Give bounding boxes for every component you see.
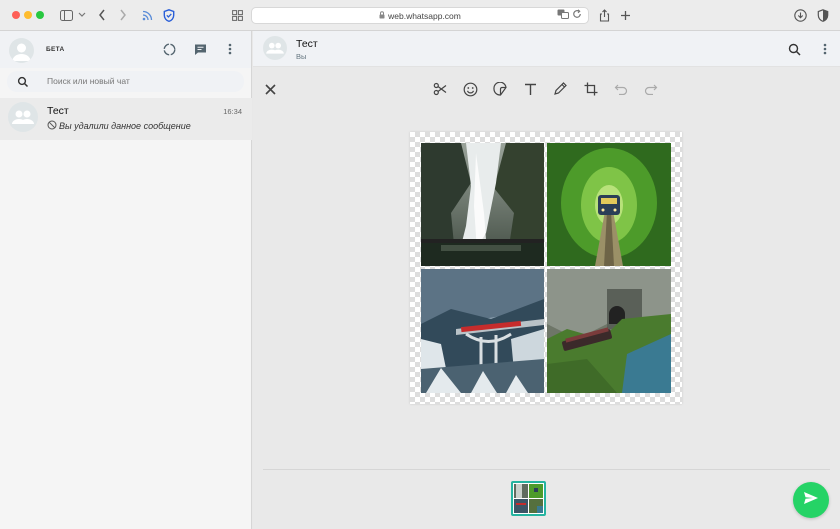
sidebar-header: БЕТА <box>0 31 251 68</box>
conversation-title: Тест <box>296 38 318 50</box>
chat-time: 16:34 <box>223 107 242 116</box>
window-zoom-button[interactable] <box>36 11 44 19</box>
text-icon[interactable] <box>521 80 539 98</box>
chat-sidebar: БЕТА Поиск или новый чат Тест 16:34 Вы у… <box>0 31 252 529</box>
conversation-subtitle: Вы <box>296 52 307 61</box>
new-tab-icon[interactable] <box>617 7 633 23</box>
media-footer <box>253 469 840 529</box>
image-canvas[interactable] <box>410 132 682 404</box>
chat-last-message: Вы удалили данное сообщение <box>47 120 191 132</box>
shield-icon[interactable] <box>161 7 177 23</box>
emoji-icon[interactable] <box>461 80 479 98</box>
send-button[interactable] <box>793 482 829 518</box>
chat-last-message-text: Вы удалили данное сообщение <box>59 121 191 131</box>
media-editor <box>253 67 840 469</box>
sidebar-toggle-icon[interactable] <box>58 7 74 23</box>
tree-tunnel-train-photo <box>547 143 671 266</box>
redo-icon[interactable] <box>642 80 660 98</box>
snow-bridge-train-photo <box>421 269 544 393</box>
avatar[interactable] <box>9 38 34 63</box>
address-bar[interactable]: web.whatsapp.com <box>251 7 589 24</box>
rss-icon[interactable] <box>139 7 155 23</box>
address-url: web.whatsapp.com <box>388 10 461 21</box>
translate-icon[interactable] <box>557 9 569 21</box>
group-avatar <box>8 102 38 132</box>
group-avatar[interactable] <box>263 36 287 60</box>
close-icon[interactable] <box>261 80 279 98</box>
footer-divider <box>263 469 830 470</box>
pencil-icon[interactable] <box>551 80 569 98</box>
status-icon[interactable] <box>161 41 177 57</box>
send-icon <box>803 491 819 510</box>
forward-icon[interactable] <box>115 7 131 23</box>
mountain-tunnel-train-photo <box>547 269 671 393</box>
tab-overview-icon[interactable] <box>229 7 245 23</box>
waterfall-photo <box>421 143 544 266</box>
share-icon[interactable] <box>596 7 612 23</box>
beta-label: БЕТА <box>46 46 65 53</box>
crop-icon[interactable] <box>582 80 600 98</box>
menu-icon[interactable] <box>816 40 834 58</box>
scissors-icon[interactable] <box>431 80 449 98</box>
search-icon[interactable] <box>785 40 803 58</box>
deleted-icon <box>47 120 57 132</box>
window-minimize-button[interactable] <box>24 11 32 19</box>
list-item[interactable]: Тест 16:34 Вы удалили данное сообщение <box>0 98 252 140</box>
conversation-header[interactable]: Тест Вы <box>253 31 840 67</box>
undo-icon[interactable] <box>612 80 630 98</box>
extension-icon[interactable] <box>815 7 831 23</box>
search-icon <box>17 75 29 93</box>
lock-icon <box>379 10 385 21</box>
search-input[interactable]: Поиск или новый чат <box>7 71 244 92</box>
conversation-panel: Тест Вы <box>253 31 840 529</box>
chevron-down-icon[interactable] <box>74 7 90 23</box>
sticker-icon[interactable] <box>491 80 509 98</box>
reload-icon[interactable] <box>572 9 582 21</box>
download-icon[interactable] <box>792 7 808 23</box>
media-thumbnail[interactable] <box>511 481 546 516</box>
back-icon[interactable] <box>94 7 110 23</box>
new-chat-icon[interactable] <box>192 41 208 57</box>
menu-icon[interactable] <box>222 41 238 57</box>
window-close-button[interactable] <box>12 11 20 19</box>
search-placeholder: Поиск или новый чат <box>47 76 130 86</box>
browser-toolbar: web.whatsapp.com <box>0 0 840 31</box>
chat-name: Тест <box>47 105 69 117</box>
